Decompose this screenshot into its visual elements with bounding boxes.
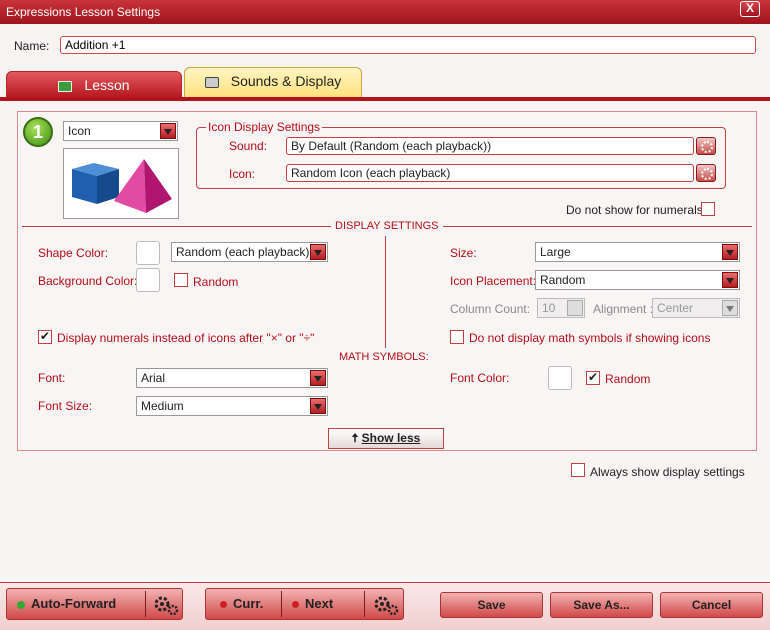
chevron-down-icon[interactable] [310,398,326,414]
font-label: Font: [38,371,66,385]
shape-color-value: Random (each playback) [176,245,310,259]
sound-value: By Default (Random (each playback)) [291,139,492,153]
math-symbols-title: MATH SYMBOLS: [339,351,429,363]
name-input[interactable] [60,36,756,54]
chevron-down-icon[interactable] [160,123,176,139]
tab-sounds-display[interactable]: Sounds & Display [184,67,362,99]
numerals-checkbox[interactable] [701,202,715,216]
shape-color-select[interactable]: Random (each playback) [171,242,328,262]
always-show-checkbox[interactable] [571,463,585,477]
display-numerals-checkbox[interactable] [38,329,52,344]
icon-placement-value: Random [540,273,586,287]
tab-underline [0,97,770,101]
close-icon: X [745,1,754,15]
font-color-label: Font Color: [450,371,510,385]
shape-color-swatch[interactable] [136,241,160,265]
tab-sounds-label: Sounds & Display [230,73,342,89]
font-size-label: Font Size: [38,399,93,413]
icon-settings-button[interactable] [696,164,716,182]
chevron-down-icon[interactable] [722,300,738,316]
numerals-label: Do not show for numerals: [566,203,707,217]
curr-button[interactable]: Curr. [220,589,263,619]
icon-value: Random Icon (each playback) [291,166,451,180]
auto-forward-button[interactable]: Auto-Forward [6,588,183,620]
step-type-value: Icon [68,124,91,138]
step-type-select[interactable]: Icon [63,121,178,141]
alignment-select[interactable]: Center [652,298,740,318]
size-select[interactable]: Large [535,242,740,262]
window-title: Expressions Lesson Settings [6,5,161,19]
font-color-random-label: Random [605,372,651,386]
icon-label: Icon: [229,167,256,181]
background-random-label: Random [193,275,239,289]
icon-preview [63,148,179,219]
font-size-value: Medium [141,399,184,413]
column-count-value: 10 [542,301,556,315]
no-math-symbols-checkbox[interactable] [450,330,464,344]
status-dot-icon [17,600,25,609]
status-dot-icon [292,601,299,609]
background-color-label: Background Color: [38,274,138,288]
name-label: Name: [14,39,50,53]
column-count-stepper[interactable]: 10 [537,298,585,318]
save-button[interactable]: Save [440,592,543,618]
display-numerals-label: Display numerals instead of icons after … [57,331,315,345]
auto-forward-label: Auto-Forward [31,596,117,611]
status-dot-icon [220,601,227,609]
speaker-icon [204,76,219,88]
display-settings-title: DISPLAY SETTINGS [331,220,443,232]
next-label: Next [305,596,334,611]
alignment-value: Center [657,301,694,315]
no-math-symbols-label: Do not display math symbols if showing i… [469,331,711,345]
sound-settings-button[interactable] [696,137,716,155]
column-count-label: Column Count: [450,302,531,316]
font-color-random-checkbox[interactable] [586,370,600,385]
background-random-checkbox[interactable] [174,273,188,287]
gear-icon[interactable] [372,594,400,616]
show-less-label: Show less [361,431,421,445]
icon-display-settings-legend: Icon Display Settings [206,120,323,134]
close-button[interactable]: X [740,1,760,17]
font-select[interactable]: Arial [136,368,328,388]
cancel-button[interactable]: Cancel [660,592,763,618]
alignment-label: Alignment : [593,302,654,316]
lesson-icon [58,80,73,92]
sound-field[interactable]: By Default (Random (each playback)) [286,137,694,155]
arrow-up-icon: 🠅 [351,431,359,445]
font-value: Arial [141,371,166,385]
curr-next-button-group: Curr. Next [205,588,404,620]
shape-color-label: Shape Color: [38,246,109,260]
font-size-select[interactable]: Medium [136,396,328,416]
size-label: Size: [450,246,477,260]
spinner-icon[interactable] [567,300,583,316]
save-as-button[interactable]: Save As... [550,592,653,618]
font-color-swatch[interactable] [548,366,572,390]
icon-placement-label: Icon Placement: [450,274,537,288]
column-divider [385,236,386,348]
gear-icon[interactable] [152,594,180,616]
icon-field[interactable]: Random Icon (each playback) [286,164,694,182]
chevron-down-icon[interactable] [310,370,326,386]
sound-label: Sound: [229,139,268,153]
next-button[interactable]: Next [292,589,333,619]
always-show-label: Always show display settings [590,465,745,479]
show-less-button[interactable]: 🠅 Show less [328,428,444,449]
step-number-badge: 1 [23,117,53,147]
chevron-down-icon[interactable] [310,244,326,260]
size-value: Large [540,245,571,259]
tab-lesson[interactable]: Lesson [6,71,182,99]
tab-lesson-label: Lesson [84,77,130,93]
curr-label: Curr. [233,596,264,611]
background-color-swatch[interactable] [136,268,160,292]
shapes-preview-icon [72,159,172,213]
chevron-down-icon[interactable] [722,272,738,288]
chevron-down-icon[interactable] [722,244,738,260]
window-titlebar: Expressions Lesson Settings X [0,0,770,24]
icon-placement-select[interactable]: Random [535,270,740,290]
